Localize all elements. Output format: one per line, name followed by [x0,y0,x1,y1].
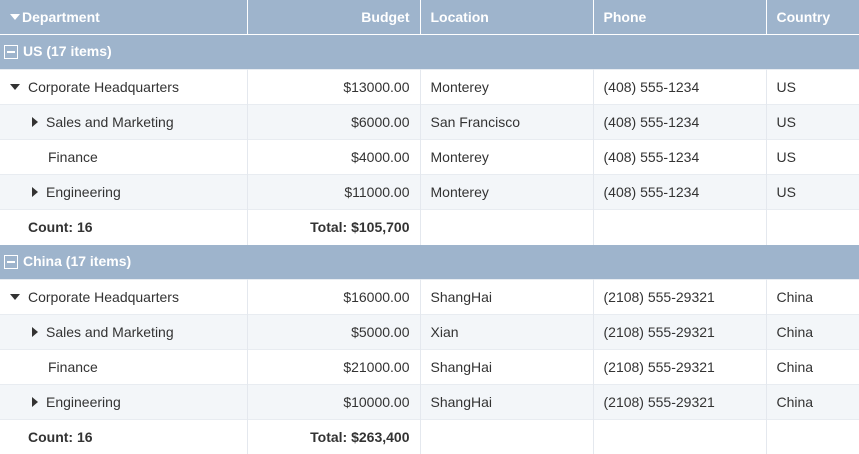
empty-cell [420,208,594,244]
department-text: Finance [48,358,98,375]
collapse-row-icon[interactable] [10,83,20,90]
column-header-label: Location [430,8,489,25]
group-label: US (17 items) [23,43,112,60]
country-cell: US [766,173,859,209]
table-row[interactable]: Sales and Marketing $6000.00 San Francis… [0,103,859,139]
department-cell: Corporate Headquarters [0,278,248,314]
phone-cell: (408) 555-1234 [593,68,767,104]
group-row-china: China (17 items) [0,243,859,279]
phone-cell: (408) 555-1234 [593,173,767,209]
budget-cell: $13000.00 [247,68,421,104]
empty-cell [766,418,859,454]
phone-cell: (408) 555-1234 [593,138,767,174]
phone-cell: (2108) 555-29321 [593,383,767,419]
location-cell: ShangHai [420,383,594,419]
country-cell: China [766,313,859,349]
sort-desc-icon [10,14,20,21]
expand-row-icon[interactable] [32,116,38,127]
header-row: Department Budget Location Phone Country [0,0,859,34]
column-header-country[interactable]: Country [766,0,859,34]
column-header-label: Budget [361,8,410,25]
location-cell: Monterey [420,173,594,209]
column-header-label: Department [22,8,100,25]
expand-row-icon[interactable] [32,396,38,407]
department-text: Sales and Marketing [46,323,174,340]
count-summary: Count: 16 [0,208,248,244]
department-text: Sales and Marketing [46,113,174,130]
column-header-label: Phone [603,8,647,25]
budget-cell: $21000.00 [247,348,421,384]
location-cell: Xian [420,313,594,349]
table-row[interactable]: Sales and Marketing $5000.00 Xian (2108)… [0,313,859,349]
location-cell: ShangHai [420,348,594,384]
department-text: Engineering [46,183,121,200]
group-summary-row: Count: 16 Total: $263,400 [0,418,859,454]
expand-row-icon[interactable] [32,186,38,197]
location-cell: ShangHai [420,278,594,314]
group-row-us: US (17 items) [0,33,859,69]
department-text: Finance [48,148,98,165]
location-cell: Monterey [420,138,594,174]
budget-cell: $10000.00 [247,383,421,419]
phone-cell: (2108) 555-29321 [593,278,767,314]
empty-cell [420,418,594,454]
phone-cell: (408) 555-1234 [593,103,767,139]
empty-cell [766,208,859,244]
table-row[interactable]: Corporate Headquarters $13000.00 Montere… [0,68,859,104]
group-label: China (17 items) [23,253,132,270]
department-cell: Engineering [0,383,248,419]
department-text: Corporate Headquarters [28,78,179,95]
budget-cell: $16000.00 [247,278,421,314]
column-header-budget[interactable]: Budget [247,0,421,34]
country-cell: China [766,348,859,384]
collapse-group-icon[interactable] [4,44,18,59]
count-summary: Count: 16 [0,418,248,454]
table-row[interactable]: Corporate Headquarters $16000.00 ShangHa… [0,278,859,314]
budget-cell: $6000.00 [247,103,421,139]
department-cell: Finance [0,348,248,384]
column-header-department[interactable]: Department [0,0,248,34]
group-summary-row: Count: 16 Total: $105,700 [0,208,859,244]
expand-row-icon[interactable] [32,326,38,337]
location-cell: San Francisco [420,103,594,139]
collapse-row-icon[interactable] [10,293,20,300]
country-cell: China [766,383,859,419]
column-header-location[interactable]: Location [420,0,594,34]
tree-grid: Department Budget Location Phone Country… [0,0,859,454]
country-cell: US [766,103,859,139]
column-header-label: Country [776,8,831,25]
department-cell: Finance [0,138,248,174]
total-summary: Total: $105,700 [247,208,421,244]
department-cell: Sales and Marketing [0,103,248,139]
phone-cell: (2108) 555-29321 [593,313,767,349]
table-row[interactable]: Finance $21000.00 ShangHai (2108) 555-29… [0,348,859,384]
country-cell: US [766,68,859,104]
budget-cell: $11000.00 [247,173,421,209]
country-cell: US [766,138,859,174]
budget-cell: $5000.00 [247,313,421,349]
budget-cell: $4000.00 [247,138,421,174]
department-text: Engineering [46,393,121,410]
phone-cell: (2108) 555-29321 [593,348,767,384]
collapse-group-icon[interactable] [4,254,18,269]
column-header-phone[interactable]: Phone [593,0,767,34]
empty-cell [593,418,767,454]
department-cell: Corporate Headquarters [0,68,248,104]
total-summary: Total: $263,400 [247,418,421,454]
table-row[interactable]: Finance $4000.00 Monterey (408) 555-1234… [0,138,859,174]
table-row[interactable]: Engineering $11000.00 Monterey (408) 555… [0,173,859,209]
location-cell: Monterey [420,68,594,104]
department-text: Corporate Headquarters [28,288,179,305]
empty-cell [593,208,767,244]
country-cell: China [766,278,859,314]
table-row[interactable]: Engineering $10000.00 ShangHai (2108) 55… [0,383,859,419]
department-cell: Engineering [0,173,248,209]
department-cell: Sales and Marketing [0,313,248,349]
